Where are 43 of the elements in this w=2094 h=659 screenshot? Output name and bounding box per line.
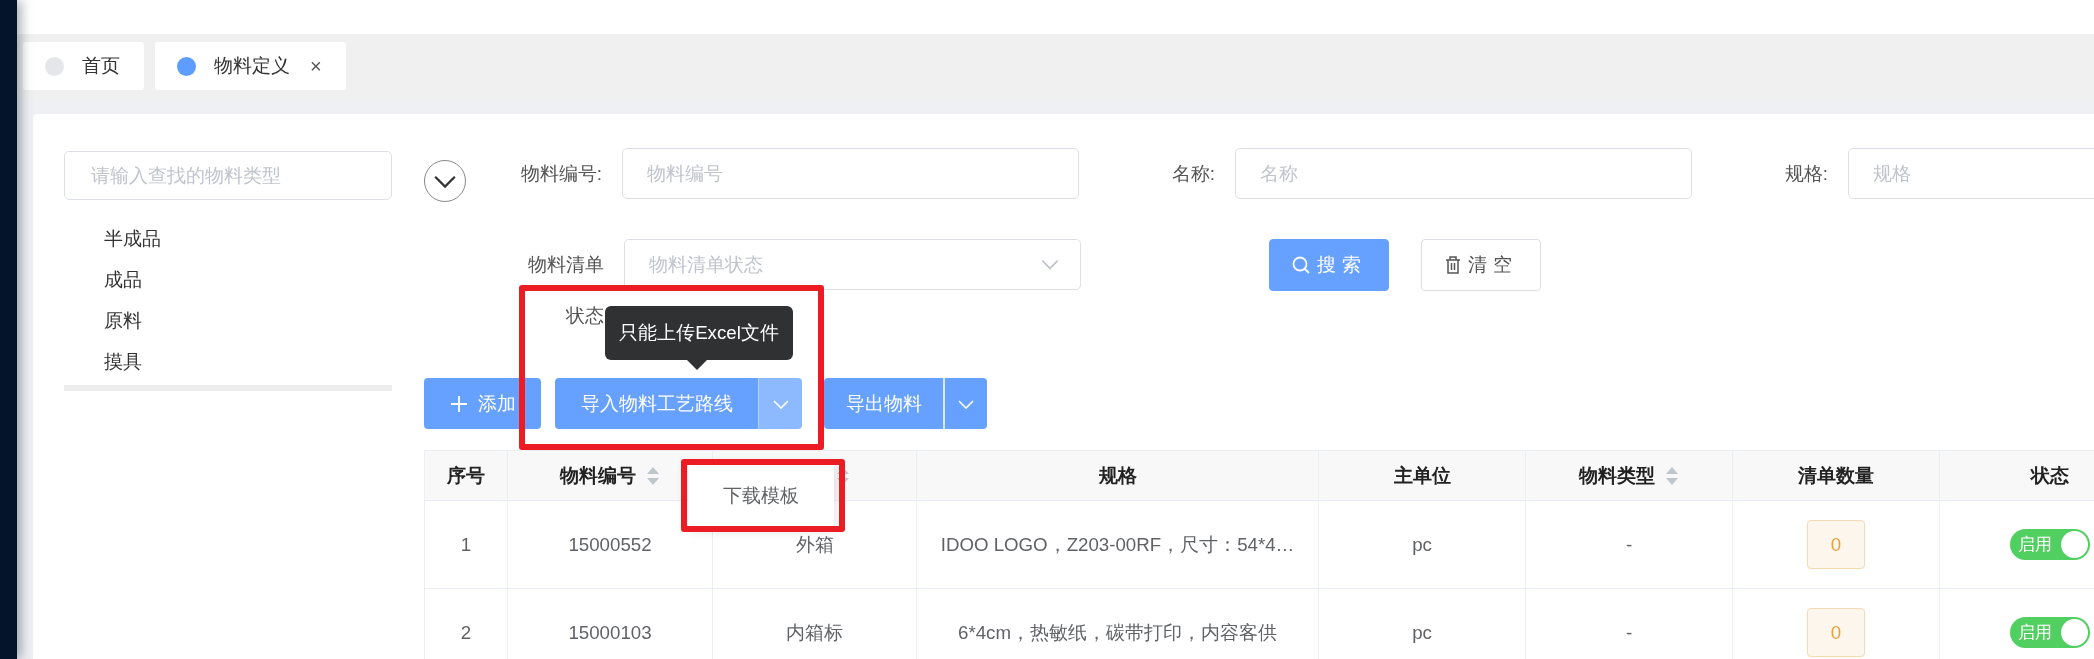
tooltip-arrow-icon (687, 360, 707, 370)
tree-item[interactable]: 半成品 (104, 218, 392, 259)
field-label: 物料清单状态 (527, 253, 604, 328)
field-label: 规格: (1783, 162, 1828, 186)
table-cell: - (1525, 500, 1733, 589)
text-field[interactable]: 规格 (1848, 148, 2094, 199)
dropdown-button[interactable] (758, 378, 802, 429)
dot-icon (45, 56, 64, 76)
collapse-button[interactable] (424, 160, 466, 202)
column-header: 规格 (1098, 463, 1137, 488)
close-button[interactable]: × (310, 54, 322, 78)
field-label: 物料编号: (519, 162, 602, 186)
column-header: 物料类型 (1579, 463, 1655, 488)
tree-item[interactable]: 成品 (104, 259, 392, 300)
table-cell: IDOO LOGO，Z203-00RF，尺寸：54*4… (916, 500, 1319, 589)
column-header: 序号 (447, 463, 485, 488)
count-badge: 0 (1807, 520, 1865, 569)
table-cell: 1 (424, 500, 508, 589)
tooltip: 只能上传Excel文件 (605, 306, 793, 370)
trash-icon (1444, 255, 1462, 275)
table-cell: 2 (424, 588, 508, 659)
field-label: 名称: (1170, 162, 1215, 186)
text-field[interactable]: 名称 (1235, 148, 1692, 199)
count-badge: 0 (1807, 608, 1865, 657)
tree-item[interactable]: 摸具 (104, 341, 392, 382)
search-icon (1291, 255, 1311, 275)
text-field[interactable]: 物料编号 (622, 148, 1079, 199)
page-tab[interactable]: 首页 (23, 42, 144, 90)
column-header: 状态 (2030, 463, 2069, 488)
dot-icon (177, 56, 196, 76)
search-field[interactable]: 请输入查找的物料类型 (64, 151, 392, 200)
column-header: 清单数量 (1798, 463, 1874, 488)
select-field[interactable]: 物料清单状态 (624, 239, 1081, 290)
plus-icon (449, 394, 468, 413)
sort-icon (646, 465, 660, 486)
column-header: 主单位 (1393, 463, 1451, 488)
table-cell: pc (1318, 500, 1526, 589)
page-tab[interactable]: 物料定义 × (155, 42, 346, 90)
column-header: 物料编号 (560, 463, 636, 488)
tree-item[interactable]: 原料 (104, 300, 392, 341)
dropdown-button[interactable] (943, 378, 987, 429)
sort-icon (1665, 465, 1679, 486)
clear-button[interactable]: 清空 (1421, 239, 1541, 291)
